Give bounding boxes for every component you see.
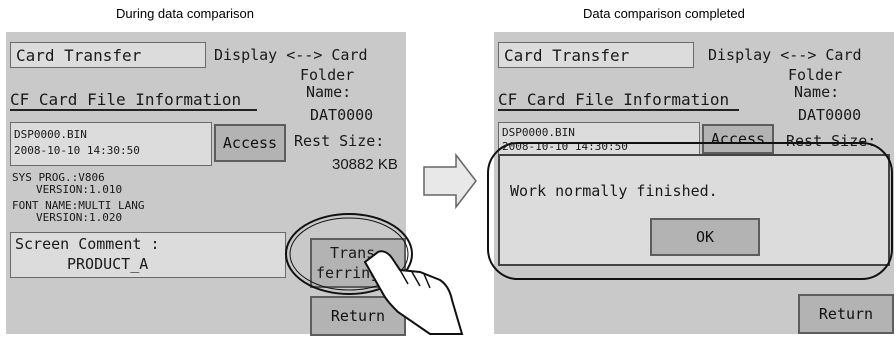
folder-name-label-right: Name: [794,83,840,101]
transfer-button[interactable]: Trans- ferring... [310,238,406,288]
card-info-header-right: CF Card File Information [498,90,740,111]
access-button-right[interactable]: Access [702,124,774,154]
folder-name-label: Name: [306,83,352,101]
font-version: VERSION:1.020 [36,211,123,224]
screen-title-right: Card Transfer [504,46,630,65]
caption-during: During data comparison [116,6,255,21]
comment-value: PRODUCT_A [67,255,149,273]
arrow-right-icon [423,152,477,210]
direction-label: Display <--> Card [214,46,368,64]
screen-during-comparison: Card Transfer Display <--> Card Folder N… [6,32,406,336]
folder-name-value: DAT0000 [310,106,374,124]
file-date-right: 2008-10-10 14:30:50 [502,140,628,153]
ok-button[interactable]: OK [650,218,760,256]
rest-size-label: Rest Size: [294,132,385,150]
return-button[interactable]: Return [310,296,406,336]
dialog-message: Work normally finished. [510,182,718,200]
title-box: Card Transfer [10,42,206,68]
folder-name-value-right: DAT0000 [798,106,862,124]
transfer-label-1: Trans- [330,244,385,262]
file-name-right: DSP0000.BIN [502,126,575,139]
transfer-label-2: ferring... [316,264,407,282]
file-date: 2008-10-10 14:30:50 [14,144,140,157]
folder-label-right: Folder [788,66,843,84]
file-name: DSP0000.BIN [14,128,87,141]
screen-comment-box: Screen Comment : PRODUCT_A [10,232,286,278]
file-info-box: DSP0000.BIN 2008-10-10 14:30:50 [10,122,212,166]
sys-version: VERSION:1.010 [36,183,123,196]
access-button[interactable]: Access [214,124,286,162]
screen-comparison-completed: Card Transfer Display <--> Card Folder N… [494,32,894,334]
rest-size-value: 30882 KB [332,156,398,173]
card-info-header: CF Card File Information [10,90,258,111]
folder-label: Folder [300,66,355,84]
completion-dialog: Work normally finished. OK [498,154,890,266]
direction-label-right: Display <--> Card [708,46,862,64]
caption-completed: Data comparison completed [583,6,745,21]
rest-size-label-right: Rest Size: [786,132,877,150]
comment-label: Screen Comment : [15,235,160,253]
file-info-box-right: DSP0000.BIN 2008-10-10 14:30:50 [498,122,700,156]
screen-title: Card Transfer [16,46,142,65]
return-button-right[interactable]: Return [798,294,894,334]
title-box-right: Card Transfer [498,42,694,68]
